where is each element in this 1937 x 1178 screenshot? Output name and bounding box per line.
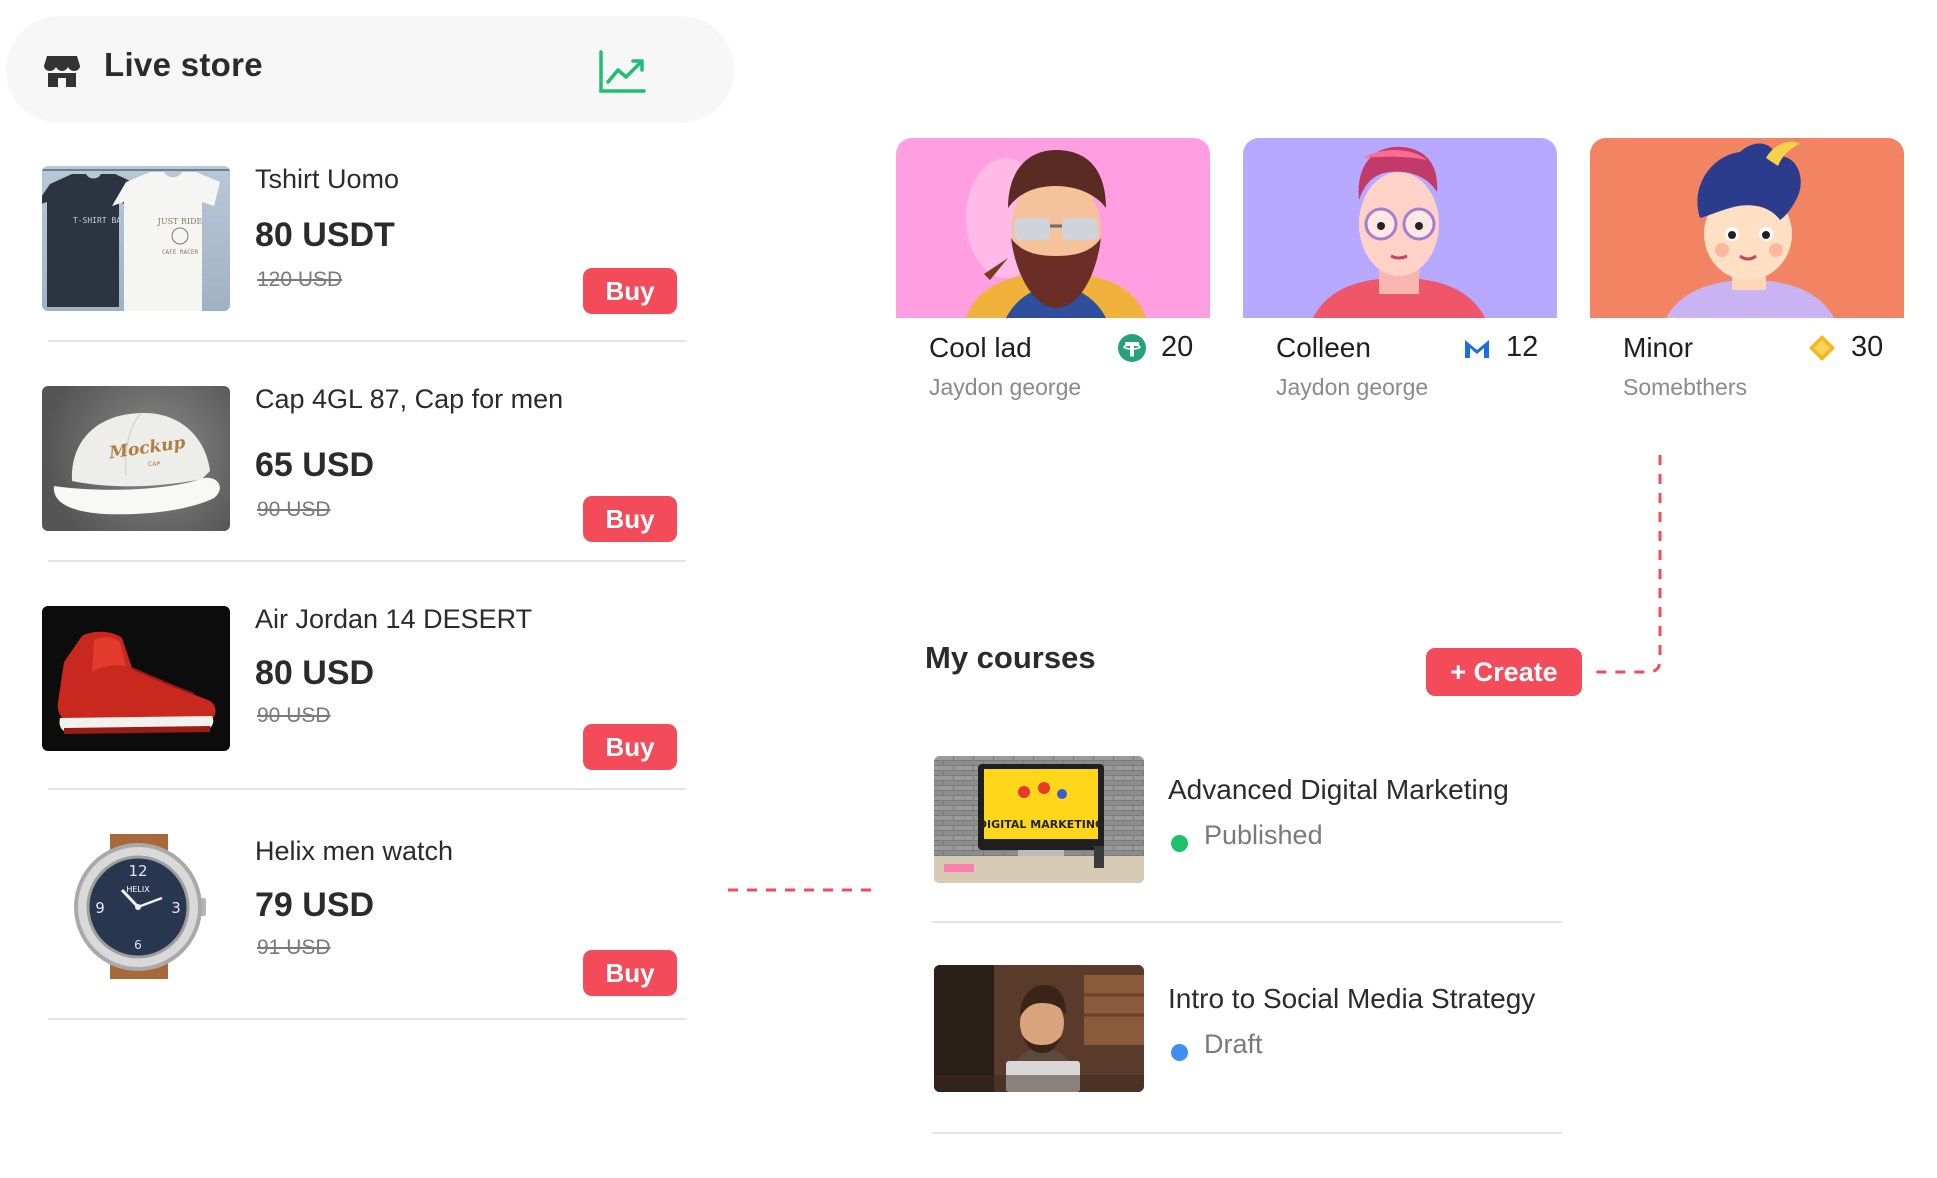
- course-thumbnail: [934, 965, 1144, 1092]
- creator-subtitle: Jaydon george: [1276, 374, 1429, 400]
- creator-subtitle: Somebthers: [1623, 374, 1748, 400]
- course-item[interactable]: Intro to Social Media Strategy Draft: [934, 965, 1574, 1105]
- divider: [932, 921, 1562, 923]
- creator-card[interactable]: Cool lad 20 Jaydon george: [896, 138, 1210, 418]
- course-title: Intro to Social Media Strategy: [1168, 983, 1536, 1014]
- course-title: Advanced Digital Marketing: [1168, 774, 1509, 805]
- creator-subtitle: Jaydon george: [929, 374, 1082, 400]
- m-token-icon: [1463, 334, 1491, 362]
- tether-coin-icon: [1118, 334, 1146, 362]
- creator-score: 20: [1161, 331, 1194, 363]
- course-status: Published: [1204, 820, 1323, 850]
- course-thumb-caption: DIGITAL MARKETING: [978, 818, 1104, 831]
- create-course-button[interactable]: + Create: [1426, 648, 1582, 696]
- creator-score: 30: [1851, 331, 1884, 363]
- course-status: Draft: [1204, 1029, 1263, 1059]
- creator-name: Colleen: [1276, 332, 1371, 363]
- creator-score: 12: [1506, 331, 1539, 363]
- diamond-token-icon: [1808, 334, 1836, 362]
- creator-name: Cool lad: [929, 332, 1032, 363]
- creator-avatar-art: [896, 138, 1210, 318]
- creator-card[interactable]: Minor 30 Somebthers: [1590, 138, 1904, 418]
- creator-avatar-art: [1590, 138, 1904, 318]
- creator-avatar-art: [1243, 138, 1557, 318]
- course-thumbnail: DIGITAL MARKETING: [934, 756, 1144, 883]
- course-item[interactable]: DIGITAL MARKETING Advanced Digital Marke…: [934, 756, 1574, 896]
- creator-card[interactable]: Colleen 12 Jaydon george: [1243, 138, 1557, 418]
- status-dot-published: [1171, 835, 1188, 852]
- creator-name: Minor: [1623, 332, 1694, 363]
- courses-section-title: My courses: [925, 640, 1096, 675]
- status-dot-draft: [1171, 1044, 1188, 1061]
- divider: [932, 1132, 1562, 1134]
